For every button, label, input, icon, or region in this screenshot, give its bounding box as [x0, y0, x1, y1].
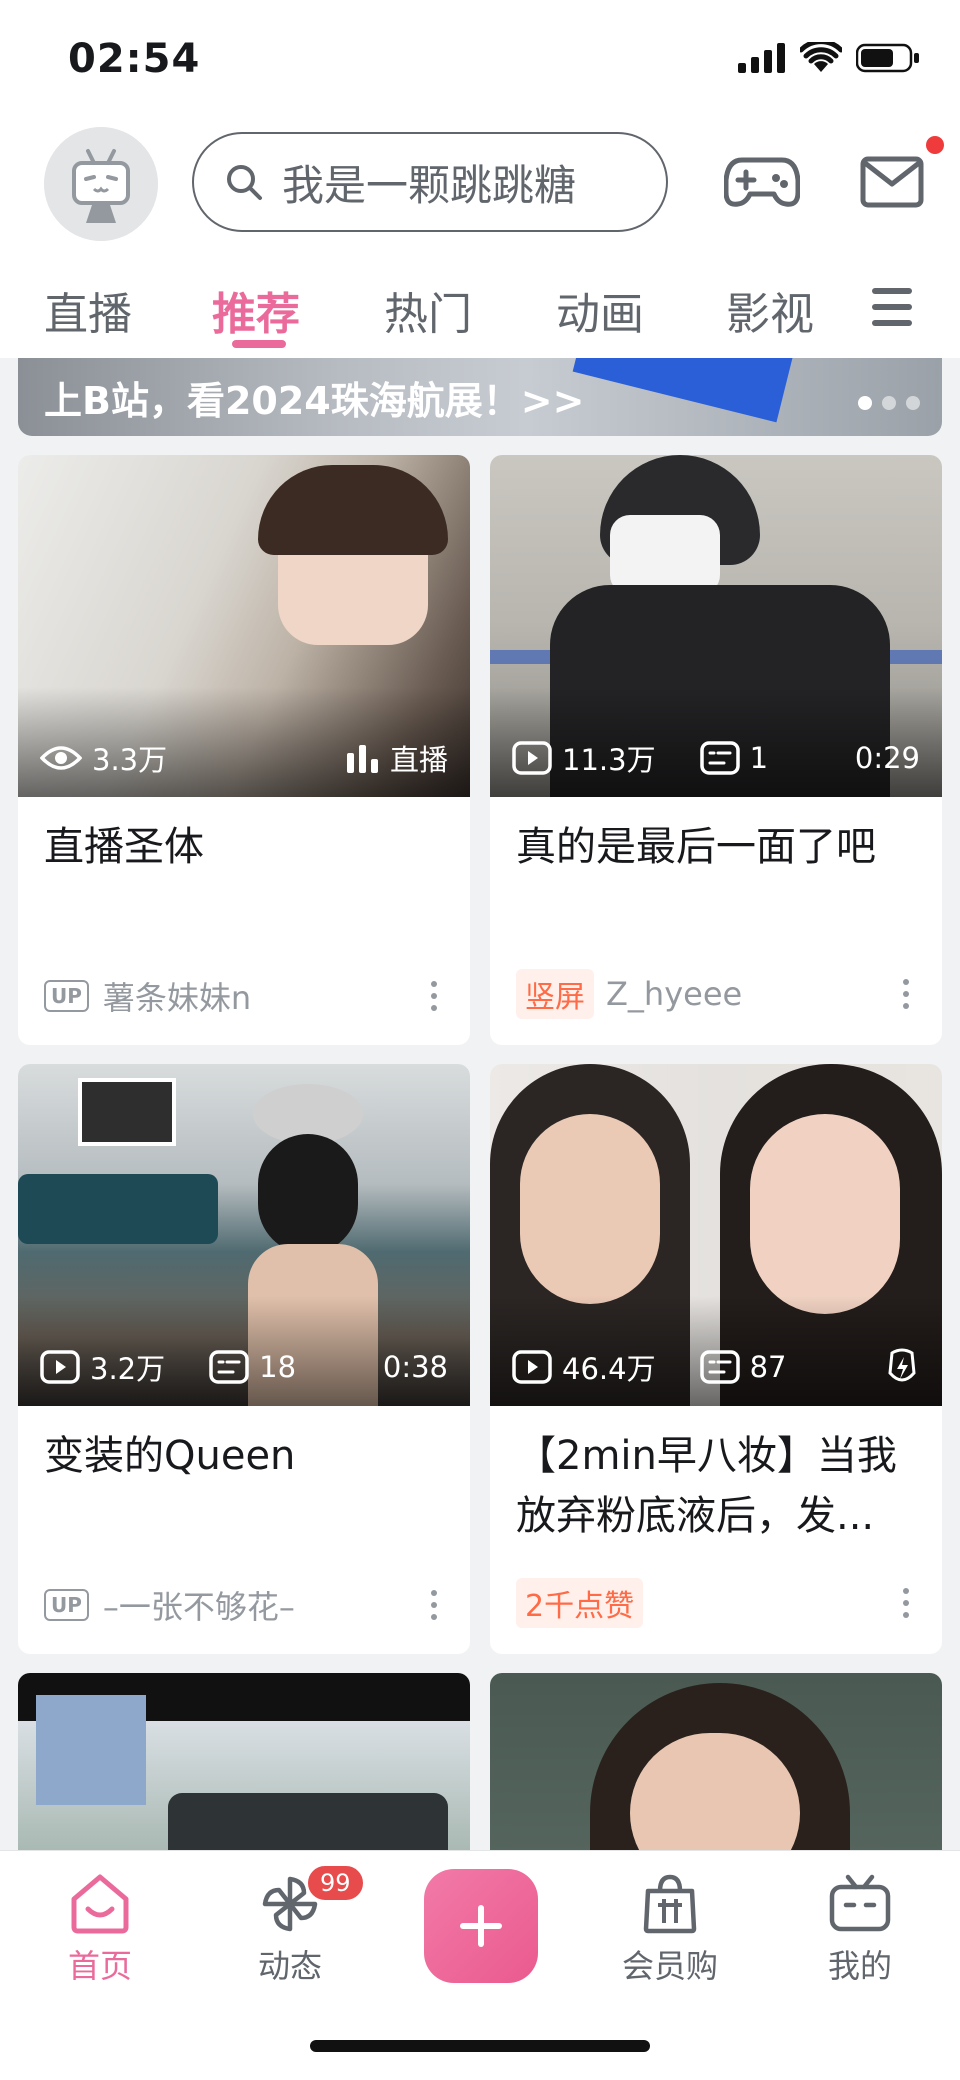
nav-label: 首页	[67, 1947, 132, 1985]
video-card[interactable]: 3.3万 直播 直播圣体 UP 薯条妹妹n	[18, 455, 470, 1045]
video-card[interactable]: 11.3万 1 0:29 真的是最后一面了吧 竖屏 Z_hyeee	[490, 455, 942, 1045]
tab-recommend[interactable]: 推荐	[212, 278, 300, 342]
plus-icon	[460, 1905, 502, 1947]
active-tab-indicator	[232, 340, 286, 348]
view-count: 3.2万	[90, 1352, 166, 1386]
app-header: 我是一颗跳跳糖 直播 推荐 热门 动画 影视	[0, 118, 960, 358]
tab-anime[interactable]: 动画	[556, 278, 644, 342]
notification-badge: 99	[305, 1863, 366, 1903]
tab-live[interactable]: 直播	[44, 278, 132, 342]
video-stats: 3.2万 18 0:38	[40, 1346, 448, 1388]
view-count: 11.3万	[562, 743, 656, 777]
up-badge: UP	[44, 980, 89, 1012]
video-thumbnail: 3.3万 直播	[18, 455, 470, 797]
charge-icon	[888, 1348, 916, 1382]
danmaku-icon	[699, 1350, 740, 1384]
video-stats: 11.3万 1 0:29	[512, 737, 920, 779]
live-label: 直播	[389, 743, 448, 777]
video-card[interactable]: 3.2万 18 0:38 变装的Queen UP –一张不够花–	[18, 1064, 470, 1654]
video-thumbnail: 11.3万 1 0:29	[490, 455, 942, 797]
status-bar: 02:54	[0, 0, 960, 118]
up-badge: UP	[44, 1589, 89, 1621]
status-icons	[738, 42, 920, 74]
more-options-icon[interactable]	[896, 979, 916, 1009]
video-title: 直播圣体	[44, 824, 204, 870]
wifi-icon	[800, 42, 842, 72]
video-meta: UP –一张不够花–	[44, 1582, 444, 1628]
view-count: 3.3万	[92, 743, 168, 777]
tab-hot[interactable]: 热门	[384, 278, 472, 342]
tv-icon	[829, 1874, 891, 1932]
search-placeholder: 我是一颗跳跳糖	[282, 160, 577, 210]
video-title: 变装的Queen	[44, 1433, 296, 1479]
battery-icon	[856, 43, 919, 73]
video-meta: 2千点赞	[516, 1578, 916, 1628]
video-title: 真的是最后一面了吧	[516, 824, 876, 870]
play-count-icon	[512, 741, 552, 775]
nav-label: 会员购	[621, 1947, 718, 1985]
play-count-icon	[512, 1350, 552, 1384]
home-icon	[71, 1874, 129, 1934]
tab-film[interactable]: 影视	[726, 278, 814, 342]
video-thumbnail	[490, 1673, 942, 1873]
bilibili-tv-avatar-icon	[44, 127, 158, 241]
gamepad-icon[interactable]	[724, 154, 800, 210]
eye-icon	[40, 746, 82, 770]
status-time: 02:54	[68, 36, 201, 82]
signal-icon	[738, 43, 785, 73]
video-thumbnail: 3.2万 18 0:38	[18, 1064, 470, 1406]
more-options-icon[interactable]	[424, 981, 444, 1011]
more-options-icon[interactable]	[896, 1588, 916, 1618]
video-card[interactable]: 46.4万 87 【2min早八妆】当我放弃粉底液后，发... 2千点赞	[490, 1064, 942, 1654]
nav-shop[interactable]: 会员购	[600, 1873, 740, 1987]
comment-count: 87	[749, 1350, 787, 1384]
menu-icon[interactable]	[870, 284, 914, 330]
video-thumbnail: 46.4万 87	[490, 1064, 942, 1406]
author-name[interactable]: Z_hyeee	[606, 975, 742, 1013]
promo-banner[interactable]: 上B站，看2024珠海航展！>>	[18, 358, 942, 436]
vertical-screen-tag: 竖屏	[516, 969, 594, 1019]
likes-tag: 2千点赞	[516, 1578, 644, 1628]
video-card[interactable]	[18, 1673, 470, 1873]
search-icon	[227, 165, 262, 200]
video-stats: 46.4万 87	[512, 1346, 920, 1388]
video-meta: 竖屏 Z_hyeee	[516, 969, 916, 1019]
nav-label: 动态	[257, 1947, 322, 1985]
nav-home[interactable]: 首页	[30, 1873, 170, 1987]
shopping-bag-icon	[643, 1874, 697, 1934]
danmaku-icon	[209, 1350, 249, 1384]
author-name[interactable]: 薯条妹妹n	[103, 973, 251, 1019]
video-duration: 0:29	[854, 741, 920, 775]
search-bar[interactable]: 我是一颗跳跳糖	[192, 132, 668, 232]
upload-button[interactable]	[424, 1869, 538, 1983]
notification-dot	[926, 136, 944, 154]
mail-icon[interactable]	[860, 156, 924, 208]
danmaku-icon	[699, 741, 740, 775]
banner-text: 上B站，看2024珠海航展！>>	[44, 379, 585, 423]
live-bars-icon	[346, 745, 378, 773]
avatar[interactable]	[44, 127, 158, 241]
home-indicator[interactable]	[310, 2040, 650, 2052]
video-meta: UP 薯条妹妹n	[44, 973, 444, 1019]
video-stats: 3.3万 直播	[40, 737, 448, 779]
view-count: 46.4万	[562, 1352, 656, 1386]
video-thumbnail	[18, 1673, 470, 1873]
video-title: 【2min早八妆】当我放弃粉底液后，发...	[516, 1433, 897, 1539]
more-options-icon[interactable]	[424, 1590, 444, 1620]
nav-profile[interactable]: 我的	[790, 1873, 930, 1987]
author-name[interactable]: –一张不够花–	[103, 1582, 295, 1628]
category-tabs: 直播 推荐 热门 动画 影视	[0, 268, 960, 358]
video-duration: 0:38	[382, 1350, 448, 1384]
comment-count: 1	[749, 741, 769, 775]
banner-pagination	[858, 396, 920, 410]
video-card[interactable]	[490, 1673, 942, 1873]
comment-count: 18	[259, 1350, 297, 1384]
nav-label: 我的	[827, 1947, 892, 1985]
play-count-icon	[40, 1350, 80, 1384]
